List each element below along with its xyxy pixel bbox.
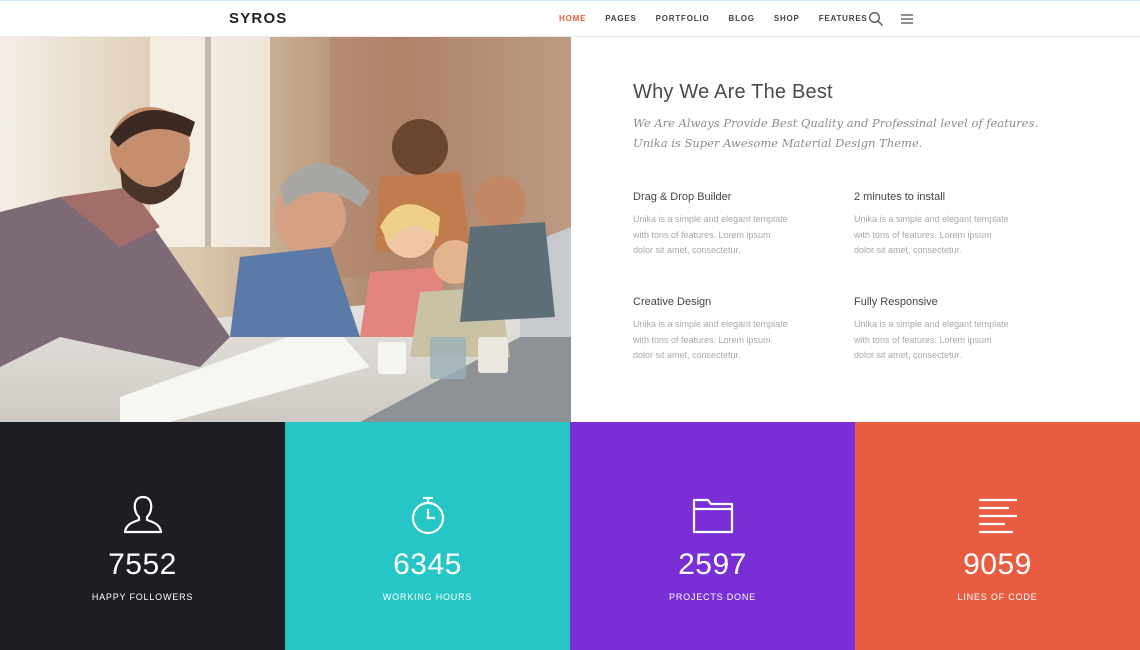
feature-text-line2: with tons of features. Lorem ipsum	[633, 229, 771, 240]
feature-fully-responsive: Fully Responsive Unika is a simple and e…	[854, 296, 1044, 364]
hero-team-photo	[0, 37, 571, 422]
feature-title: Drag & Drop Builder	[633, 191, 732, 203]
main-nav: HOME PAGES PORTFOLIO BLOG SHOP FEATURES	[559, 14, 887, 23]
hamburger-menu-icon[interactable]	[899, 11, 915, 27]
feature-creative-design: Creative Design Unika is a simple and el…	[633, 296, 823, 364]
features-section: Why We Are The Best We Are Always Provid…	[571, 37, 1140, 422]
feature-text-line1: Unika is a simple and elegant template	[854, 319, 1009, 329]
feature-title: Fully Responsive	[854, 296, 938, 308]
stat-number: 7552	[108, 548, 177, 581]
stat-label: WORKING HOURS	[382, 592, 473, 602]
nav-home[interactable]: HOME	[559, 14, 586, 23]
text-lines-icon	[978, 498, 1017, 534]
stat-label: HAPPY FOLLOWERS	[91, 592, 194, 602]
feature-drag-drop-builder: Drag & Drop Builder Unika is a simple an…	[633, 191, 823, 259]
feature-text-line2: with tons of features. Lorem ipsum	[854, 334, 992, 345]
stat-label: PROJECTS DONE	[669, 592, 756, 602]
folder-icon	[692, 498, 733, 534]
feature-text-line1: Unika is a simple and elegant template	[633, 214, 788, 224]
stopwatch-icon	[411, 496, 444, 535]
stats-section: 7552 HAPPY FOLLOWERS 6345 WORKING HOURS …	[0, 422, 1140, 650]
stat-happy-followers: 7552 HAPPY FOLLOWERS	[0, 422, 285, 650]
feature-text-line3: dolor sit amet, consectetur.	[854, 350, 962, 360]
feature-text-line2: with tons of features. Lorem ipsum	[854, 229, 992, 240]
search-icon[interactable]	[868, 11, 884, 27]
feature-2-minutes-install: 2 minutes to install Unika is a simple a…	[854, 191, 1044, 259]
stat-label: LINES OF CODE	[957, 592, 1038, 602]
stat-lines-of-code: 9059 LINES OF CODE	[855, 422, 1140, 650]
nav-blog[interactable]: BLOG	[729, 14, 755, 23]
stat-number: 6345	[393, 548, 462, 581]
features-subtitle-line1: We Are Always Provide Best Quality and P…	[633, 116, 1039, 130]
stat-number: 2597	[678, 548, 747, 581]
stat-working-hours: 6345 WORKING HOURS	[285, 422, 570, 650]
feature-text-line1: Unika is a simple and elegant template	[633, 319, 788, 329]
nav-features[interactable]: FEATURES	[819, 14, 868, 23]
nav-shop[interactable]: SHOP	[774, 14, 800, 23]
feature-text-line3: dolor sit amet, consectetur.	[633, 350, 741, 360]
user-icon	[123, 495, 162, 534]
feature-title: 2 minutes to install	[854, 191, 946, 203]
features-subtitle-line2: Unika is Super Awesome Material Design T…	[633, 136, 923, 150]
stat-number: 9059	[963, 548, 1032, 581]
site-logo[interactable]: SYROS	[229, 10, 288, 27]
stat-projects-done: 2597 PROJECTS DONE	[570, 422, 855, 650]
feature-text-line3: dolor sit amet, consectetur.	[854, 245, 962, 255]
feature-text-line1: Unika is a simple and elegant template	[854, 214, 1009, 224]
site-header: SYROS HOME PAGES PORTFOLIO BLOG SHOP FEA…	[0, 0, 1140, 37]
features-title: Why We Are The Best	[633, 81, 833, 103]
nav-pages[interactable]: PAGES	[605, 14, 636, 23]
feature-text-line2: with tons of features. Lorem ipsum	[633, 334, 771, 345]
feature-title: Creative Design	[633, 296, 712, 308]
nav-portfolio[interactable]: PORTFOLIO	[656, 14, 710, 23]
feature-text-line3: dolor sit amet, consectetur.	[633, 245, 741, 255]
